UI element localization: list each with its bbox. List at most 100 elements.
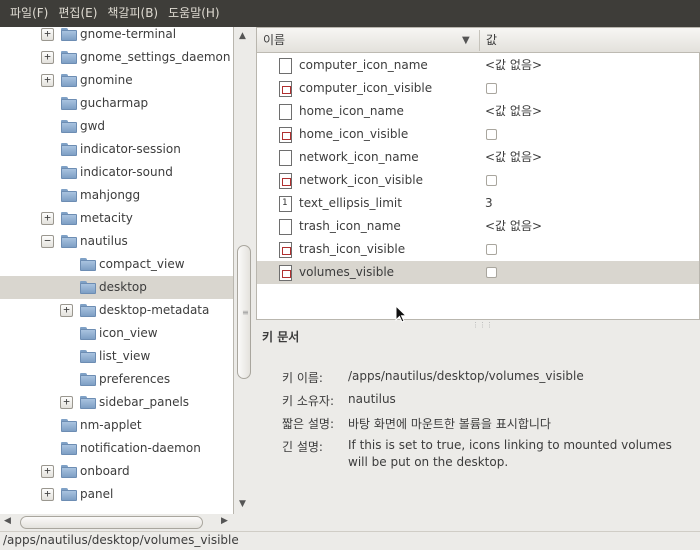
- tree-item[interactable]: notification-daemon: [0, 437, 233, 460]
- folder-icon: [61, 212, 77, 225]
- scroll-left-arrow-icon[interactable]: ◀: [4, 516, 11, 526]
- folder-icon: [61, 488, 77, 501]
- tree-vertical-scrollbar[interactable]: ▲ ≡ ▼: [234, 27, 255, 514]
- checkbox-key-icon: [279, 81, 292, 97]
- key-list[interactable]: 이름 ▼ 값 computer_icon_name <값 없음> computer_…: [256, 27, 700, 320]
- folder-icon: [61, 143, 77, 156]
- tree-item-label: sidebar_panels: [99, 395, 190, 409]
- column-separator[interactable]: [479, 30, 480, 51]
- tree-item[interactable]: + gnome_settings_daemon: [0, 46, 233, 69]
- checkbox-key-icon: [279, 127, 292, 143]
- value-checkbox[interactable]: [486, 129, 497, 140]
- tree-item[interactable]: + panel: [0, 483, 233, 506]
- scroll-up-arrow-icon[interactable]: ▲: [239, 31, 246, 41]
- tree-item[interactable]: gucharmap: [0, 92, 233, 115]
- tree-item[interactable]: + gnomine: [0, 69, 233, 92]
- long-desc-value: If this is set to true, icons linking to…: [348, 438, 672, 469]
- value-checkbox[interactable]: [486, 83, 497, 94]
- scrollbar-thumb[interactable]: [20, 516, 203, 529]
- key-name: computer_icon_visible: [299, 81, 433, 95]
- directory-tree[interactable]: + gnome-terminal + gnome_settings_daemon + gn…: [0, 27, 234, 514]
- key-row[interactable]: home_icon_visible: [257, 123, 699, 146]
- menu-item[interactable]: 편집(E): [53, 0, 102, 27]
- expand-icon[interactable]: +: [60, 304, 73, 317]
- key-row[interactable]: volumes_visible: [257, 261, 699, 284]
- key-name: home_icon_visible: [299, 127, 409, 141]
- tree-item-label: desktop-metadata: [99, 303, 210, 317]
- key-row[interactable]: 1 text_ellipsis_limit 3: [257, 192, 699, 215]
- key-row[interactable]: network_icon_name <값 없음>: [257, 146, 699, 169]
- expand-icon[interactable]: +: [41, 212, 54, 225]
- tree-item[interactable]: desktop: [0, 276, 233, 299]
- tree-item[interactable]: + gnome-terminal: [0, 27, 233, 46]
- expand-icon[interactable]: +: [60, 396, 73, 409]
- tree-horizontal-scrollbar[interactable]: ◀ ▶: [0, 514, 255, 531]
- menubar: 파일(F) 편집(E) 책갈피(B) 도움말(H): [0, 0, 700, 27]
- tree-item[interactable]: mahjongg: [0, 184, 233, 207]
- value-checkbox[interactable]: [486, 267, 497, 278]
- key-row[interactable]: trash_icon_name <값 없음>: [257, 215, 699, 238]
- folder-icon: [61, 189, 77, 202]
- tree-item[interactable]: + onboard: [0, 460, 233, 483]
- scroll-right-arrow-icon[interactable]: ▶: [221, 516, 228, 526]
- value-checkbox[interactable]: [486, 175, 497, 186]
- doc-title: 키 문서: [262, 330, 300, 344]
- column-header-value[interactable]: 값: [486, 28, 497, 53]
- tree-item[interactable]: − nautilus: [0, 230, 233, 253]
- key-row[interactable]: home_icon_name <값 없음>: [257, 100, 699, 123]
- folder-icon: [61, 97, 77, 110]
- expand-icon[interactable]: +: [41, 28, 54, 41]
- tree-item[interactable]: indicator-session: [0, 138, 233, 161]
- expand-icon[interactable]: +: [41, 51, 54, 64]
- tree-item[interactable]: gwd: [0, 115, 233, 138]
- column-header-name[interactable]: 이름: [263, 28, 285, 53]
- list-header: 이름 ▼ 값: [257, 28, 700, 53]
- integer-key-icon: 1: [279, 196, 292, 212]
- menu-item[interactable]: 책갈피(B): [102, 0, 163, 27]
- short-desc-value: 바탕 화면에 마운트한 볼륨을 표시합니다: [348, 417, 551, 431]
- menu-item[interactable]: 파일(F): [5, 0, 53, 27]
- tree-item[interactable]: + metacity: [0, 207, 233, 230]
- key-row[interactable]: computer_icon_name <값 없음>: [257, 54, 699, 77]
- key-row[interactable]: trash_icon_visible: [257, 238, 699, 261]
- key-row[interactable]: computer_icon_visible: [257, 77, 699, 100]
- folder-icon: [61, 28, 77, 41]
- key-name: text_ellipsis_limit: [299, 196, 402, 210]
- tree-item[interactable]: preferences: [0, 368, 233, 391]
- key-value[interactable]: <값 없음>: [485, 146, 542, 169]
- collapse-icon[interactable]: −: [41, 235, 54, 248]
- key-name: network_icon_name: [299, 150, 419, 164]
- key-value[interactable]: <값 없음>: [485, 54, 542, 77]
- tree-item-label: list_view: [99, 349, 151, 363]
- tree-item[interactable]: icon_view: [0, 322, 233, 345]
- tree-item[interactable]: nm-applet: [0, 414, 233, 437]
- key-value[interactable]: <값 없음>: [485, 215, 542, 238]
- folder-icon: [61, 465, 77, 478]
- key-value[interactable]: 3: [485, 192, 493, 215]
- tree-item-label: notification-daemon: [80, 441, 201, 455]
- expand-icon[interactable]: +: [41, 488, 54, 501]
- pane-resize-grip-icon[interactable]: ⋮⋮⋮: [472, 321, 493, 329]
- status-path: /apps/nautilus/desktop/volumes_visible: [3, 533, 239, 547]
- value-checkbox[interactable]: [486, 244, 497, 255]
- expand-icon[interactable]: +: [41, 465, 54, 478]
- menu-item[interactable]: 도움말(H): [163, 0, 225, 27]
- scrollbar-thumb[interactable]: ≡: [237, 245, 251, 379]
- key-name: computer_icon_name: [299, 58, 428, 72]
- folder-icon: [61, 166, 77, 179]
- long-desc-label: 긴 설명:: [282, 440, 323, 454]
- tree-item[interactable]: indicator-sound: [0, 161, 233, 184]
- key-row[interactable]: network_icon_visible: [257, 169, 699, 192]
- tree-item-label: mahjongg: [80, 188, 141, 202]
- key-name: trash_icon_name: [299, 219, 401, 233]
- tree-item[interactable]: + desktop-metadata: [0, 299, 233, 322]
- tree-item[interactable]: compact_view: [0, 253, 233, 276]
- scroll-down-arrow-icon[interactable]: ▼: [239, 499, 246, 509]
- key-value[interactable]: <값 없음>: [485, 100, 542, 123]
- tree-item[interactable]: list_view: [0, 345, 233, 368]
- key-name: network_icon_visible: [299, 173, 423, 187]
- expand-icon[interactable]: +: [41, 74, 54, 87]
- tree-item[interactable]: + sidebar_panels: [0, 391, 233, 414]
- tree-item-label: indicator-session: [80, 142, 181, 156]
- tree-item-label: nm-applet: [80, 418, 142, 432]
